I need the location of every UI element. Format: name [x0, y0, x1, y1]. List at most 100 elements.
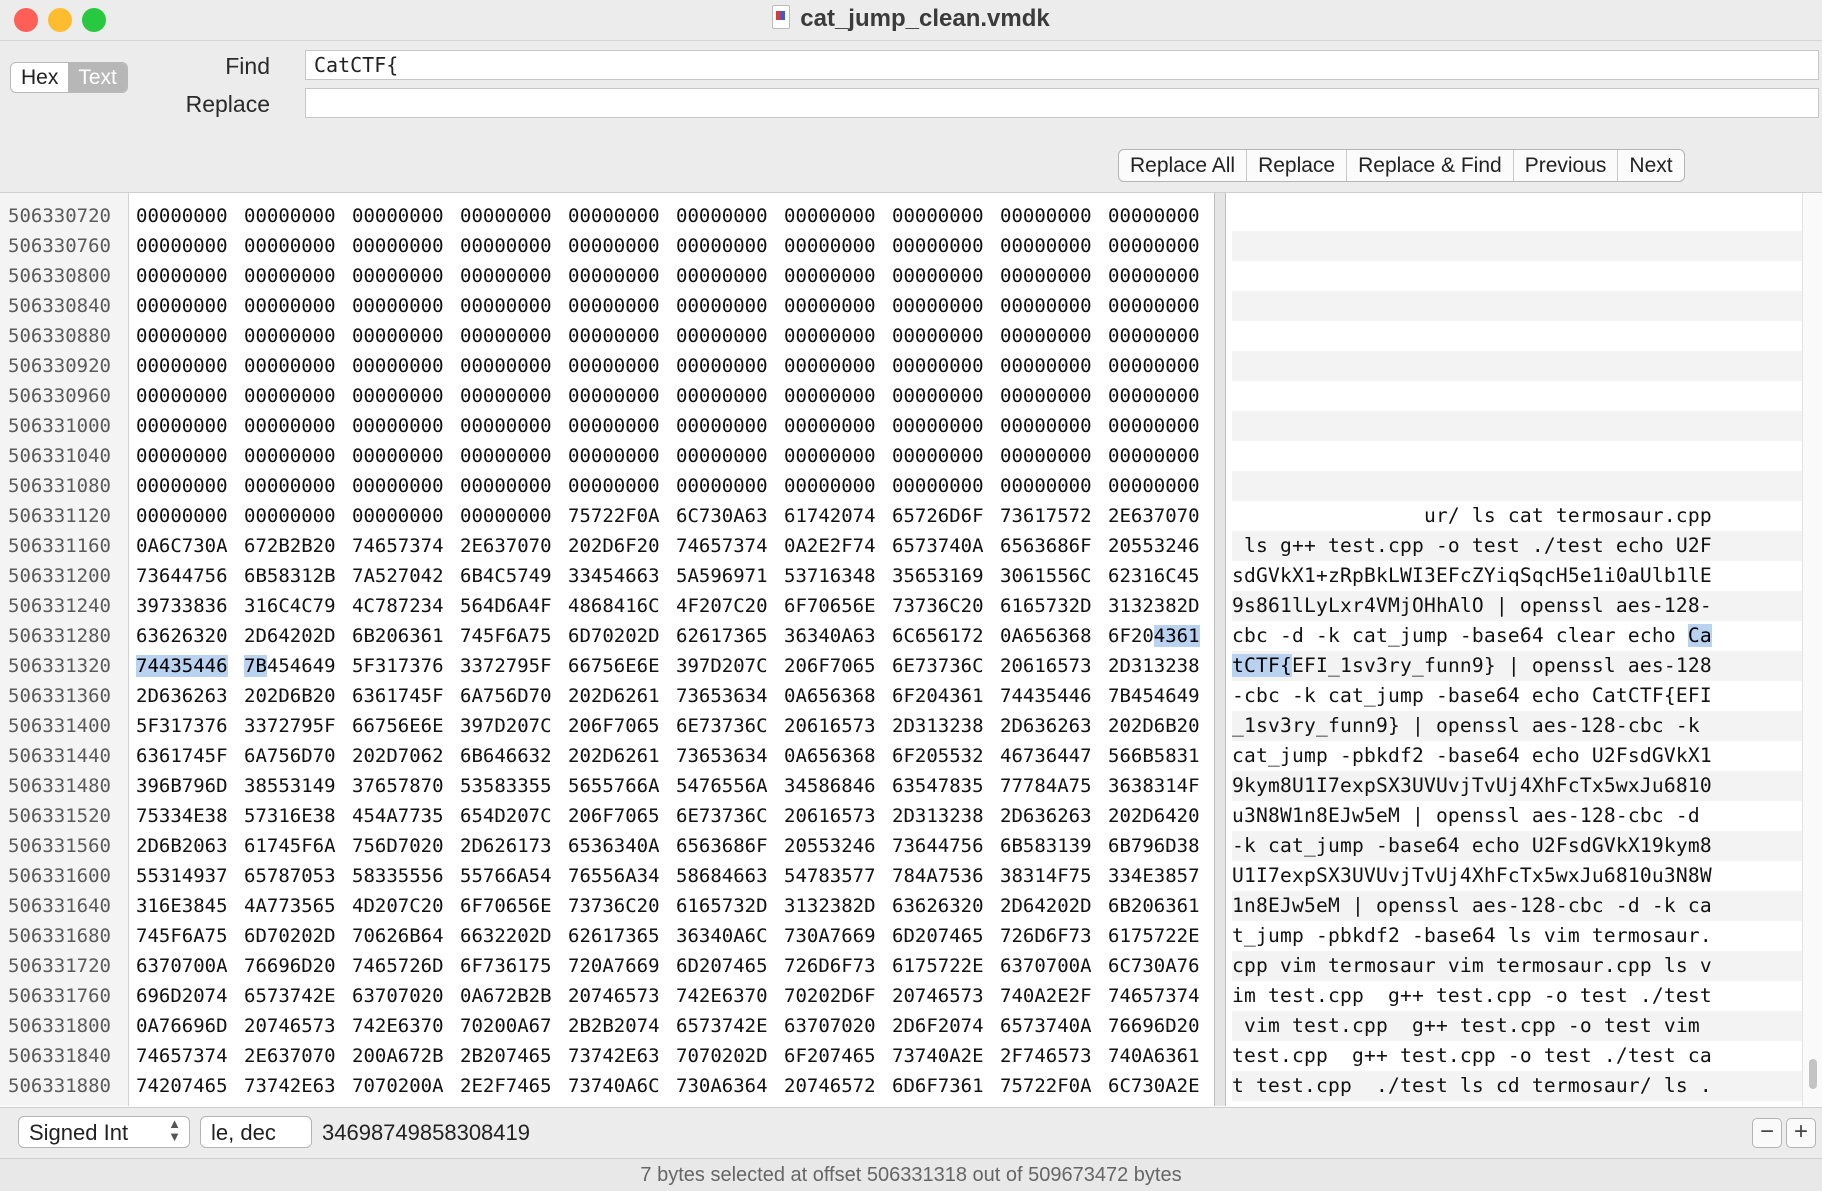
hex-group[interactable]: 75722F0A — [568, 501, 676, 531]
hex-group[interactable]: 6361745F — [352, 681, 460, 711]
hex-group[interactable]: 00000000 — [460, 261, 568, 291]
hex-group[interactable]: 0A2E2F74 — [784, 531, 892, 561]
hex-group[interactable]: 38314F75 — [1000, 861, 1108, 891]
replace-all-button[interactable]: Replace All — [1119, 150, 1248, 181]
hex-group[interactable]: 00000000 — [568, 231, 676, 261]
hex-group[interactable]: 00000000 — [244, 261, 352, 291]
hex-group[interactable]: 3638314F — [1108, 771, 1214, 801]
hex-row[interactable]: 396B796D 38553149 37657870 53583355 5655766A… — [136, 771, 1214, 801]
hex-group[interactable]: 396B796D — [136, 771, 244, 801]
hex-group[interactable]: 00000000 — [352, 231, 460, 261]
hex-group[interactable]: 202D6B20 — [1108, 711, 1214, 741]
hex-row[interactable]: 74435446 7B454649 5F317376 3372795F 66756E6E… — [136, 651, 1214, 681]
hex-group[interactable]: 00000000 — [892, 381, 1000, 411]
hex-group[interactable]: 74657374 — [352, 531, 460, 561]
hex-group[interactable]: 37657870 — [352, 771, 460, 801]
hex-group[interactable]: 20553246 — [1108, 531, 1214, 561]
hex-group[interactable]: 206F7065 — [568, 711, 676, 741]
hex-group[interactable]: 5F317376 — [352, 651, 460, 681]
hex-group[interactable]: 6573740A — [1000, 1011, 1108, 1041]
hex-group[interactable]: 730A6364 — [676, 1071, 784, 1101]
hex-group[interactable]: 00000000 — [460, 291, 568, 321]
hex-group[interactable]: 00000000 — [352, 291, 460, 321]
hex-group[interactable]: 00000000 — [460, 471, 568, 501]
hex-group[interactable]: 730A7669 — [784, 921, 892, 951]
hex-group[interactable]: 20746573 — [892, 981, 1000, 1011]
replace-button[interactable]: Replace — [1247, 150, 1348, 181]
hex-group[interactable]: 00000000 — [136, 441, 244, 471]
hex-group[interactable]: 76696D20 — [1108, 1011, 1214, 1041]
hex-group[interactable]: 00000000 — [1108, 291, 1214, 321]
hex-group[interactable]: 00000000 — [784, 261, 892, 291]
hex-row[interactable]: 73644756 6B58312B 7A527042 6B4C5749 33454663… — [136, 561, 1214, 591]
hex-group[interactable]: 6B796D38 — [1108, 831, 1214, 861]
hex-group[interactable]: 00000000 — [676, 441, 784, 471]
hex-group[interactable]: 00000000 — [244, 201, 352, 231]
text-row[interactable] — [1232, 351, 1802, 381]
hex-row[interactable]: 74657374 2E637070 200A672B 2B207465 73742E63… — [136, 1041, 1214, 1071]
text-row[interactable]: ur/ ls cat termosaur.cpp — [1232, 501, 1802, 531]
hex-group[interactable]: 2F746573 — [1000, 1041, 1108, 1071]
hex-group[interactable]: 00000000 — [1000, 231, 1108, 261]
hex-group[interactable]: 202D6F20 — [568, 531, 676, 561]
hex-group[interactable]: 00000000 — [244, 441, 352, 471]
hex-group[interactable]: 6C656172 — [892, 621, 1000, 651]
hex-group[interactable]: 6165732D — [676, 891, 784, 921]
hex-group[interactable]: 00000000 — [460, 411, 568, 441]
hex-group[interactable]: 6B58312B — [244, 561, 352, 591]
hex-group[interactable]: 63707020 — [784, 1011, 892, 1041]
text-row[interactable] — [1232, 321, 1802, 351]
text-row[interactable]: ls g++ test.cpp -o test ./test echo U2F — [1232, 531, 1802, 561]
hex-group[interactable]: 4A773565 — [244, 891, 352, 921]
hex-group[interactable]: 00000000 — [352, 321, 460, 351]
hex-group[interactable]: 316E3845 — [136, 891, 244, 921]
hex-group[interactable]: 5476556A — [676, 771, 784, 801]
endian-select[interactable]: le, dec — [200, 1116, 312, 1148]
hex-group[interactable]: 566B5831 — [1108, 741, 1214, 771]
hex-group[interactable]: 62617365 — [676, 621, 784, 651]
hex-group[interactable]: 745F6A75 — [460, 621, 568, 651]
hex-group[interactable]: 00000000 — [568, 261, 676, 291]
hex-group[interactable]: 20746573 — [568, 981, 676, 1011]
replace-and-find-button[interactable]: Replace & Find — [1347, 150, 1514, 181]
hex-group[interactable]: 00000000 — [1000, 291, 1108, 321]
text-pane[interactable]: ur/ ls cat termosaur.cpp ls g++ test.cpp… — [1226, 193, 1802, 1106]
hex-group[interactable]: 00000000 — [568, 441, 676, 471]
hex-group[interactable]: 6F204361 — [892, 681, 1000, 711]
hex-row[interactable]: 2D636263 202D6B20 6361745F 6A756D70 202D6261… — [136, 681, 1214, 711]
hex-group[interactable]: 00000000 — [1108, 381, 1214, 411]
hex-group[interactable]: 00000000 — [136, 291, 244, 321]
hex-group[interactable]: 6361745F — [136, 741, 244, 771]
hex-row[interactable]: 0A76696D 20746573 742E6370 70200A67 2B2B2074… — [136, 1011, 1214, 1041]
hex-pane[interactable]: 506330720 506330760 506330800 506330840 5063… — [0, 193, 1214, 1106]
hex-group[interactable]: 61742074 — [784, 501, 892, 531]
hex-group[interactable]: 00000000 — [136, 351, 244, 381]
hex-group[interactable]: 5655766A — [568, 771, 676, 801]
hex-group[interactable]: 2E2F7465 — [460, 1071, 568, 1101]
hex-group[interactable]: 73644756 — [892, 831, 1000, 861]
vertical-scrollbar[interactable] — [1802, 193, 1822, 1106]
hex-group[interactable]: 200A672B — [352, 1041, 460, 1071]
hex-group[interactable]: 2D6F2074 — [892, 1011, 1000, 1041]
hex-group[interactable]: 00000000 — [244, 501, 352, 531]
hex-group[interactable]: 00000000 — [892, 291, 1000, 321]
hex-group[interactable]: 00000000 — [892, 411, 1000, 441]
hex-group[interactable]: 202D6261 — [568, 741, 676, 771]
text-row[interactable]: 9s861lLyLxr4VMjOHhAlO | openssl aes-128- — [1232, 591, 1802, 621]
hex-group[interactable]: 00000000 — [1000, 351, 1108, 381]
hex-group[interactable]: 726D6F73 — [784, 951, 892, 981]
hex-row[interactable]: 00000000 00000000 00000000 00000000 00000000… — [136, 381, 1214, 411]
hex-group[interactable]: 54783577 — [784, 861, 892, 891]
hex-group[interactable]: 00000000 — [784, 231, 892, 261]
hex-group[interactable]: 0A656368 — [784, 681, 892, 711]
hex-group[interactable]: 6175722E — [892, 951, 1000, 981]
hex-group[interactable]: 00000000 — [676, 321, 784, 351]
hex-group[interactable]: 6573742E — [676, 1011, 784, 1041]
hex-group[interactable]: 00000000 — [568, 321, 676, 351]
hex-group[interactable]: 00000000 — [676, 261, 784, 291]
hex-group[interactable]: 73740A6C — [568, 1071, 676, 1101]
hex-group[interactable]: 39733836 — [136, 591, 244, 621]
hex-group[interactable]: 00000000 — [136, 381, 244, 411]
hex-group[interactable]: 6370700A — [136, 951, 244, 981]
hex-row[interactable]: 00000000 00000000 00000000 00000000 00000000… — [136, 441, 1214, 471]
